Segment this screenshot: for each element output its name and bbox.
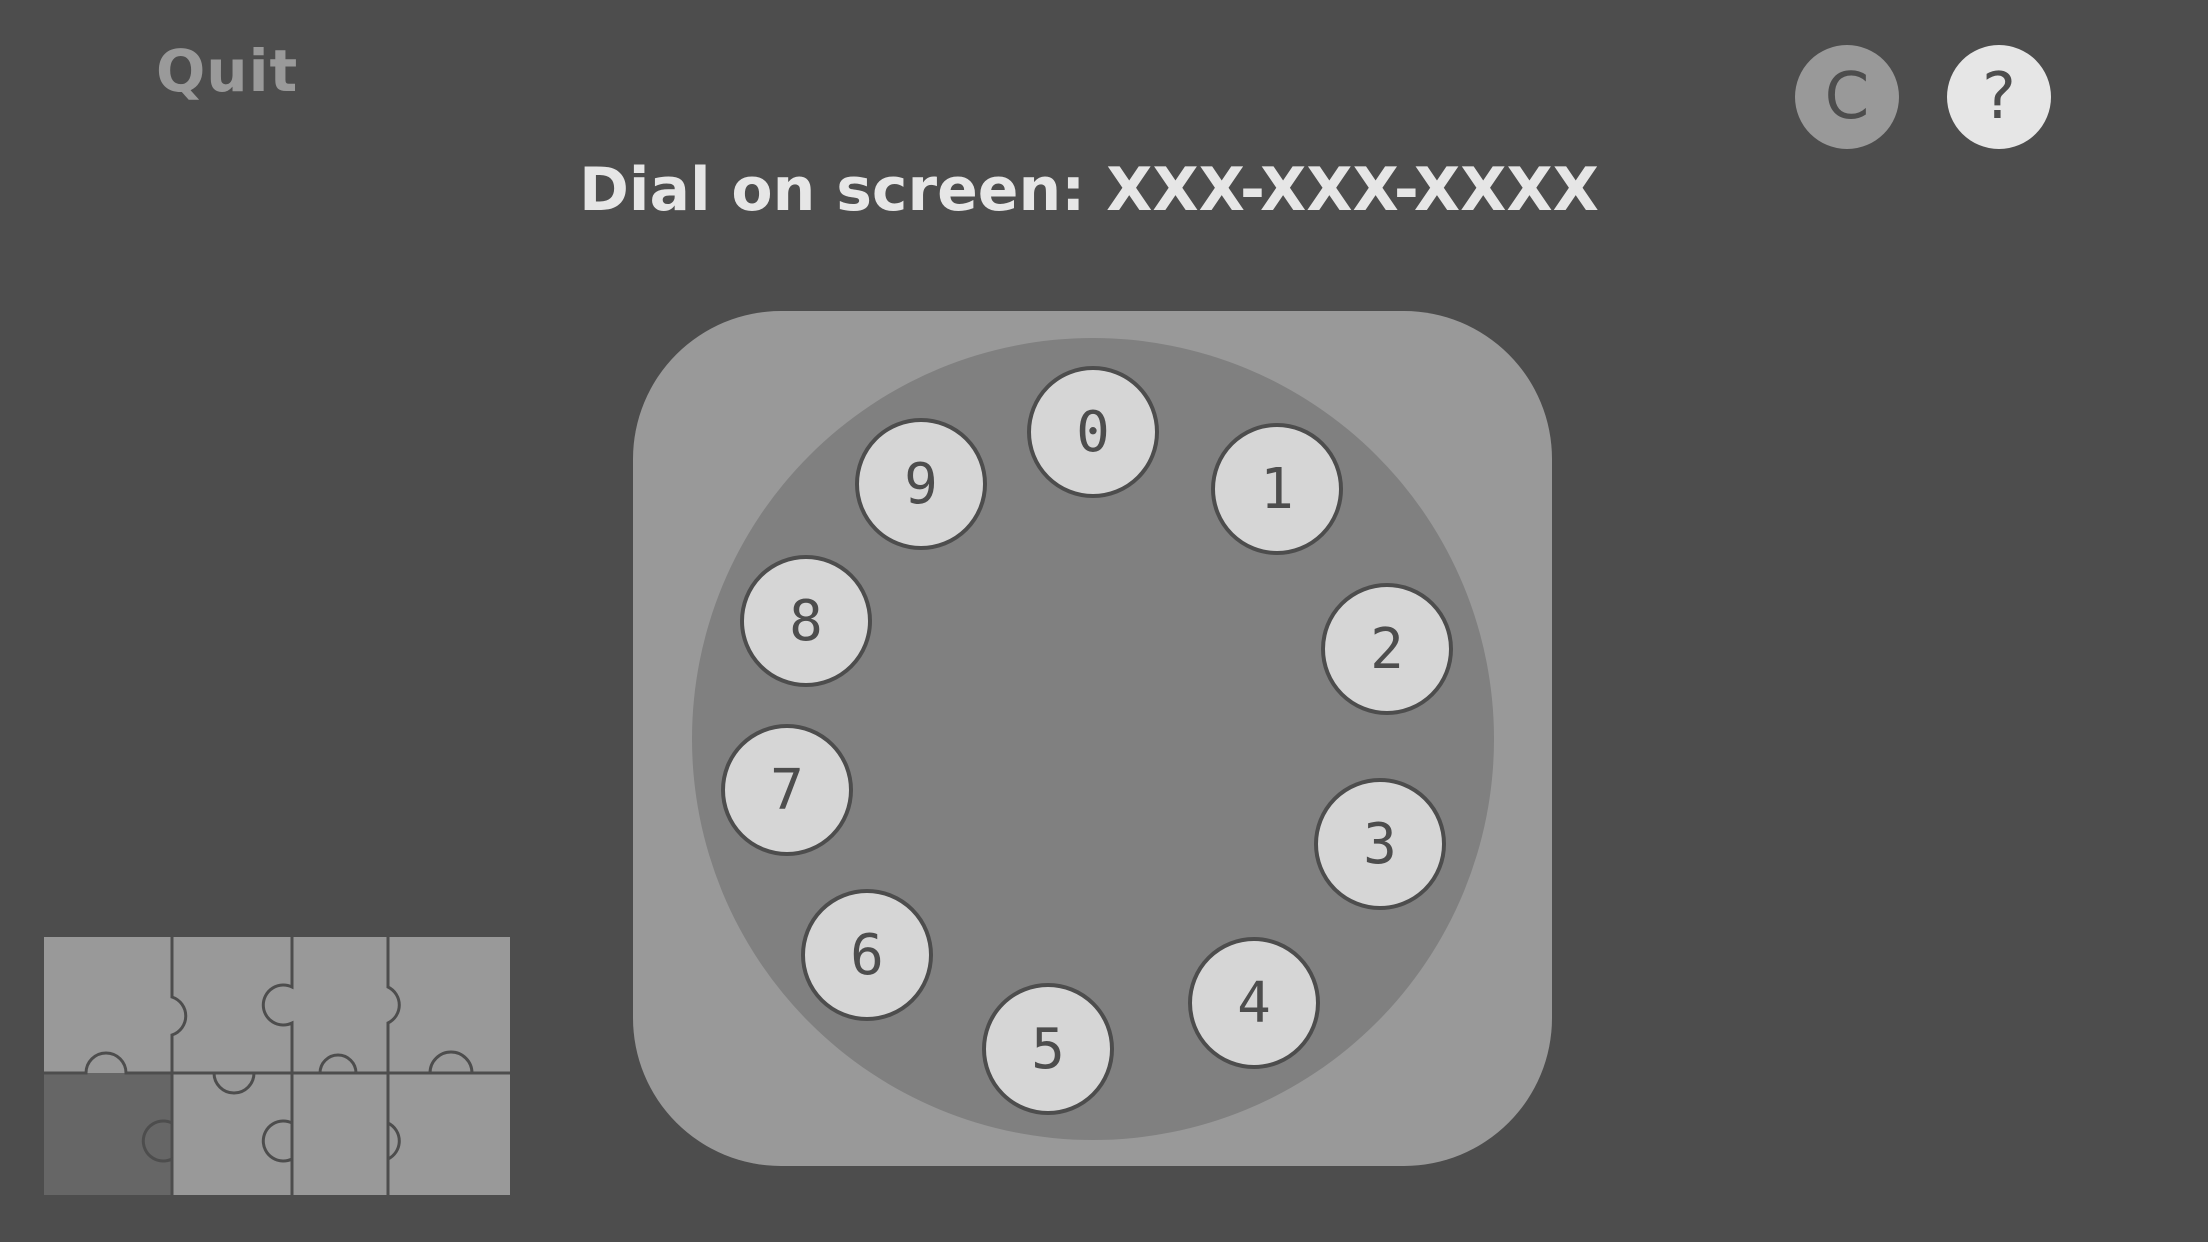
puzzle-progress (44, 937, 510, 1195)
help-button[interactable]: ? (1947, 45, 2051, 149)
digit-1-button[interactable]: 1 (1211, 423, 1343, 555)
help-label: ? (1982, 60, 2016, 134)
digit-7-button[interactable]: 7 (721, 724, 853, 856)
dial-instruction-title: Dial on screen: XXX-XXX-XXXX (579, 155, 1599, 225)
digit-6-button[interactable]: 6 (801, 889, 933, 1021)
digit-4-button[interactable]: 4 (1188, 937, 1320, 1069)
rotary-dial-panel: 0 1 2 3 4 5 6 7 8 9 (633, 311, 1552, 1166)
digit-3-button[interactable]: 3 (1314, 778, 1446, 910)
clear-button[interactable]: C (1795, 45, 1899, 149)
digit-5-button[interactable]: 5 (982, 983, 1114, 1115)
digit-0-button[interactable]: 0 (1027, 366, 1159, 498)
digit-8-button[interactable]: 8 (740, 555, 872, 687)
clear-label: C (1824, 60, 1870, 134)
quit-button[interactable]: Quit (156, 42, 298, 100)
digit-2-button[interactable]: 2 (1321, 583, 1453, 715)
digit-9-button[interactable]: 9 (855, 418, 987, 550)
puzzle-piece-completed (44, 1073, 172, 1195)
